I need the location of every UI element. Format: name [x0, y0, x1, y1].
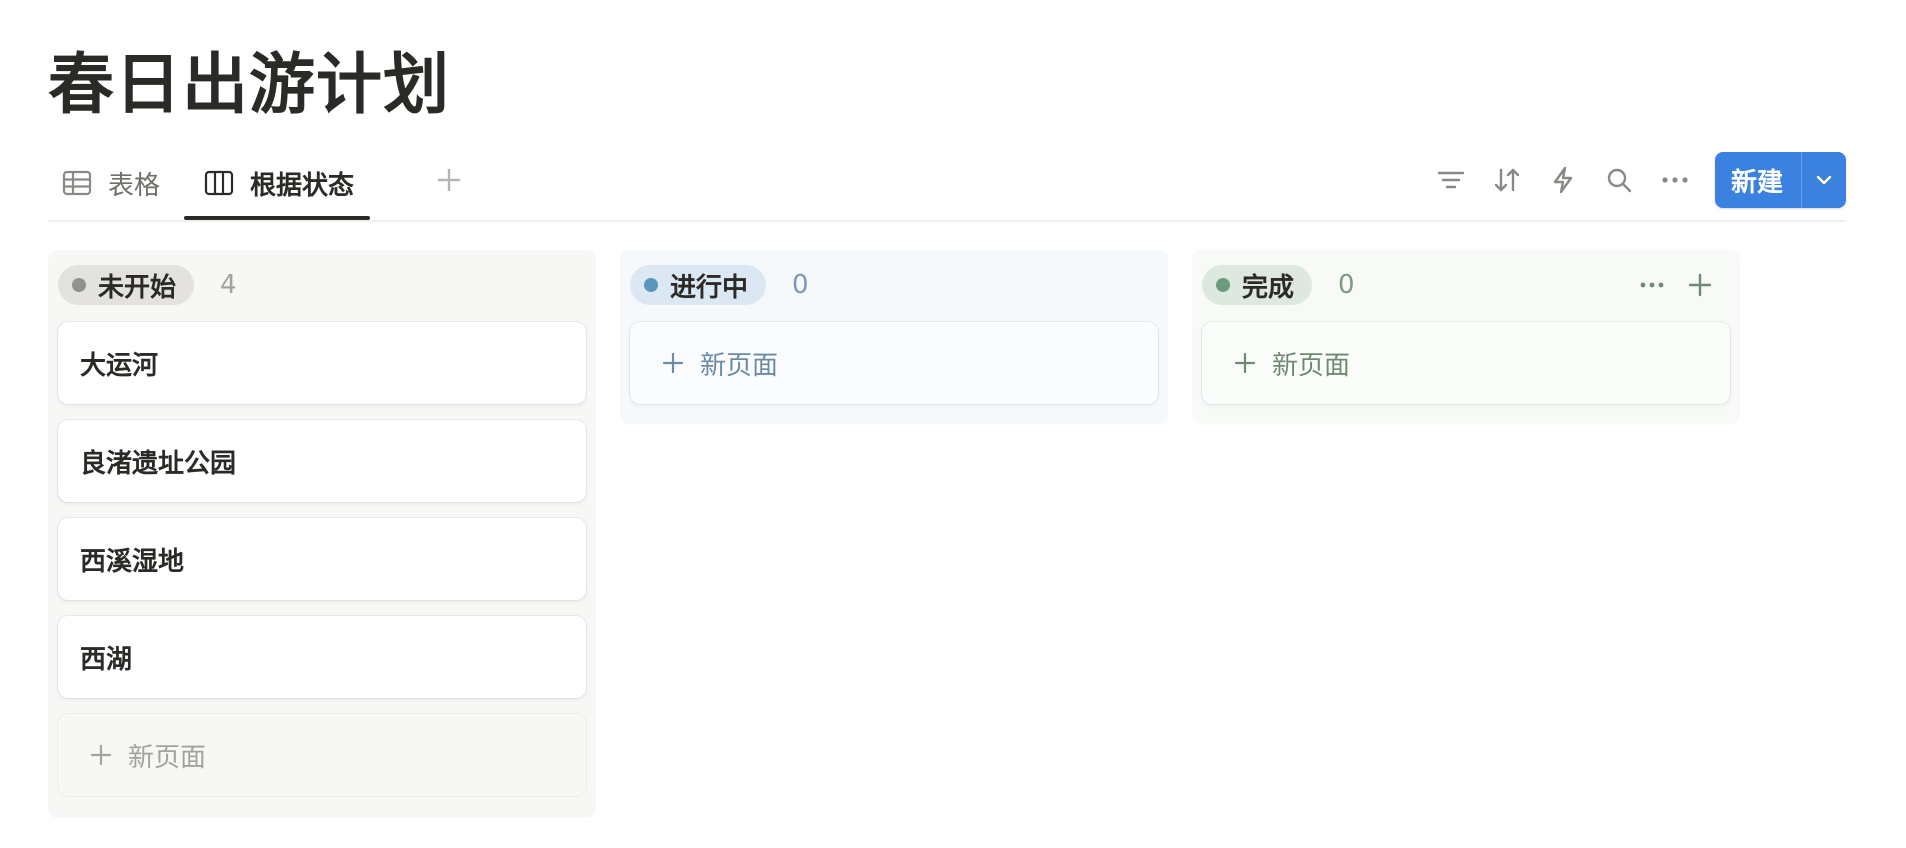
new-dropdown-button[interactable] — [1801, 152, 1846, 208]
column-header: 进行中 0 — [630, 260, 1158, 310]
plus-icon — [1234, 352, 1256, 374]
table-icon — [62, 170, 92, 196]
status-dot — [644, 278, 658, 292]
board-card[interactable]: 西溪湿地 — [58, 518, 586, 600]
view-bar: 表格 根据状态 新建 — [48, 148, 1846, 222]
add-view-button[interactable] — [436, 148, 462, 218]
board-card[interactable]: 大运河 — [58, 322, 586, 404]
add-new-page-button[interactable]: 新页面 — [58, 714, 586, 796]
column-count: 0 — [1338, 270, 1355, 300]
more-icon[interactable] — [1628, 261, 1676, 309]
status-dot — [1216, 278, 1230, 292]
status-dot — [72, 278, 86, 292]
new-button-group: 新建 — [1714, 152, 1846, 208]
add-page-label: 新页面 — [1272, 350, 1351, 381]
status-label: 完成 — [1242, 272, 1295, 303]
more-icon[interactable] — [1647, 152, 1703, 208]
sort-icon[interactable] — [1479, 152, 1535, 208]
column-count: 0 — [792, 270, 809, 300]
column-actions — [1628, 260, 1724, 310]
board-column-done: 完成 0 新页面 — [1192, 250, 1740, 424]
tab-label: 根据状态 — [250, 170, 355, 201]
active-tab-indicator — [184, 216, 371, 220]
add-page-label: 新页面 — [128, 742, 207, 773]
search-icon[interactable] — [1591, 152, 1647, 208]
board-icon — [204, 170, 234, 196]
board-page: 春日出游计划 表格 根据状态 新建 未开始 4 大运河 良渚遗址公园 西溪湿地 … — [0, 0, 1906, 848]
board-column-not-started: 未开始 4 大运河 良渚遗址公园 西溪湿地 西湖 新页面 — [48, 250, 596, 818]
status-label: 未开始 — [98, 272, 177, 303]
tab-label: 表格 — [108, 170, 161, 201]
plus-icon[interactable] — [1676, 261, 1724, 309]
status-badge[interactable]: 进行中 — [630, 265, 767, 305]
plus-icon — [662, 352, 684, 374]
plus-icon — [90, 744, 112, 766]
add-new-page-button[interactable]: 新页面 — [1202, 322, 1730, 404]
board-card[interactable]: 西湖 — [58, 616, 586, 698]
chevron-down-icon — [1815, 171, 1833, 190]
tab-board-view[interactable]: 根据状态 — [184, 148, 371, 220]
add-new-page-button[interactable]: 新页面 — [630, 322, 1158, 404]
plus-icon — [436, 167, 462, 200]
new-button[interactable]: 新建 — [1715, 152, 1801, 208]
toolbar: 新建 — [1423, 152, 1846, 208]
board-card[interactable]: 良渚遗址公园 — [58, 420, 586, 502]
tab-table-view[interactable]: 表格 — [62, 148, 160, 218]
add-page-label: 新页面 — [700, 350, 779, 381]
board-column-in-progress: 进行中 0 新页面 — [620, 250, 1168, 424]
filter-icon[interactable] — [1423, 152, 1479, 208]
status-badge[interactable]: 完成 — [1202, 265, 1313, 305]
column-header: 完成 0 — [1202, 260, 1730, 310]
page-title[interactable]: 春日出游计划 — [48, 40, 450, 130]
status-badge[interactable]: 未开始 — [58, 265, 195, 305]
column-count: 4 — [220, 270, 237, 300]
automation-icon[interactable] — [1535, 152, 1591, 208]
status-label: 进行中 — [670, 272, 749, 303]
column-header: 未开始 4 — [58, 260, 586, 310]
